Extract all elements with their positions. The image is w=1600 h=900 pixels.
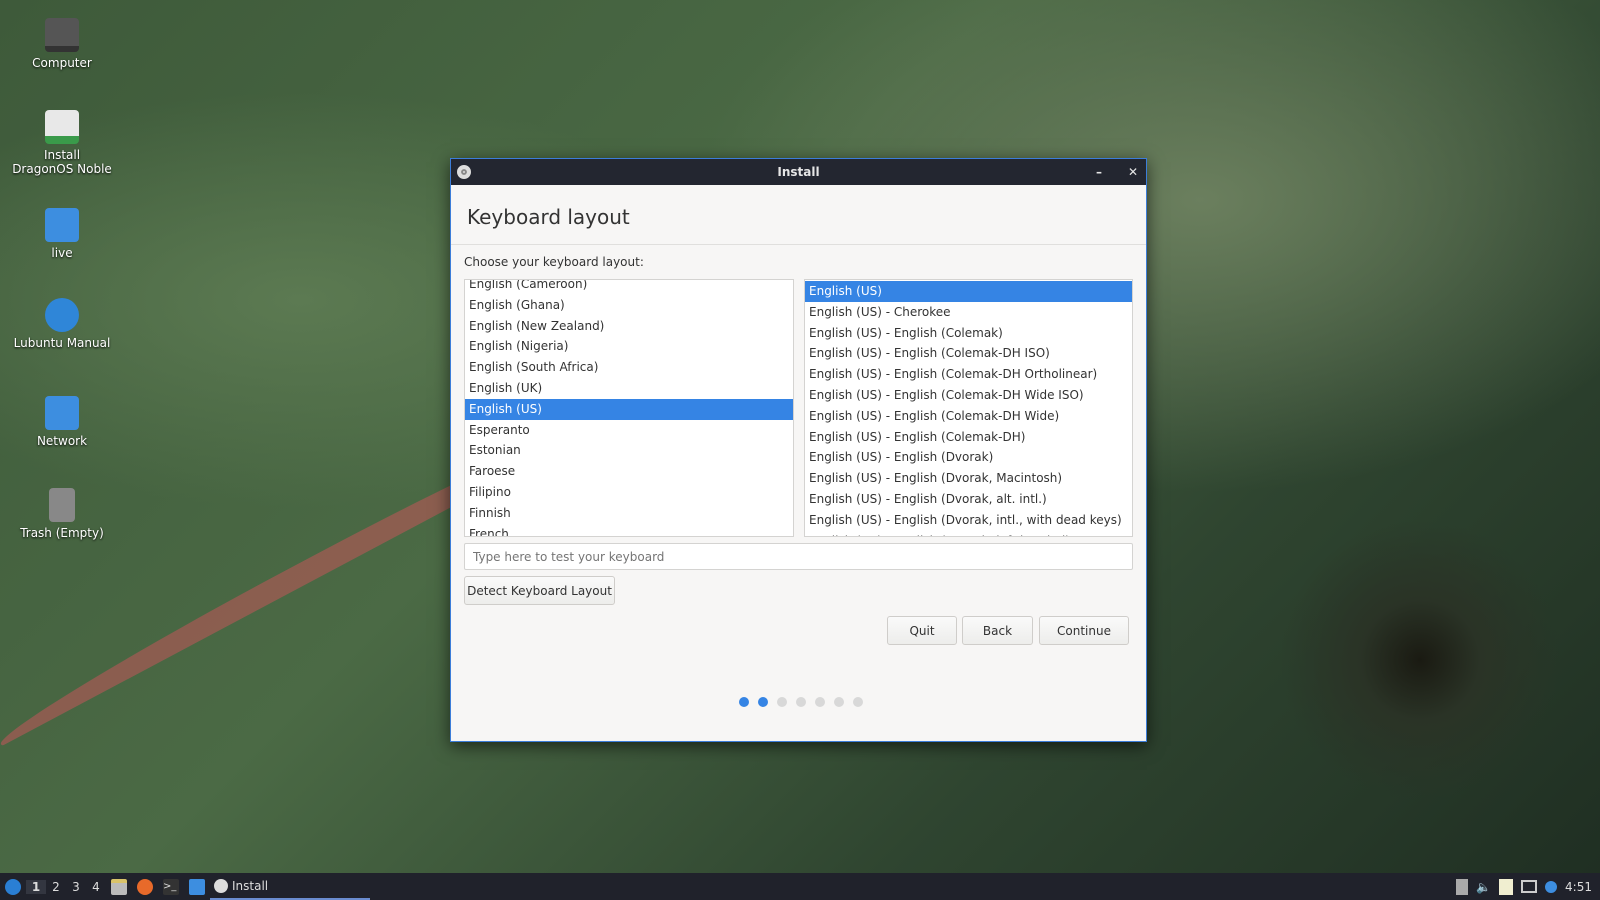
list-item[interactable]: English (US) - English (Dvorak) [805, 447, 1132, 468]
eject-icon[interactable] [1456, 878, 1469, 895]
task-label: Install [232, 878, 269, 893]
detect-layout-button[interactable]: Detect Keyboard Layout [464, 576, 615, 605]
workspace-2[interactable]: 2 [46, 880, 66, 894]
list-item[interactable]: English (South Africa) [465, 357, 793, 378]
desktop-icon-label: Lubuntu Manual [13, 336, 111, 350]
desktop-icon-manual[interactable]: Lubuntu Manual [12, 298, 112, 350]
close-button[interactable]: ✕ [1128, 159, 1138, 185]
clipboard-icon[interactable] [1499, 878, 1514, 895]
disc-icon [457, 165, 471, 179]
disc-icon [214, 878, 228, 893]
list-item[interactable]: English (US) - Cherokee [805, 302, 1132, 323]
desktop-icon-label: Install DragonOS Noble [12, 148, 112, 176]
list-item[interactable]: English (US) [805, 281, 1132, 302]
list-item[interactable]: English (US) - English (Dvorak, left-han… [805, 531, 1132, 536]
list-item[interactable]: English (New Zealand) [465, 316, 793, 337]
list-item[interactable]: English (Nigeria) [465, 336, 793, 357]
desktop-icon-live[interactable]: live [12, 208, 112, 260]
keyboard-test-input[interactable] [464, 543, 1133, 570]
list-item[interactable]: English (UK) [465, 378, 793, 399]
list-item[interactable]: French [465, 524, 793, 536]
progress-dot [853, 697, 863, 707]
list-item[interactable]: English (US) - English (Colemak-DH Wide) [805, 406, 1132, 427]
progress-dot [834, 697, 844, 707]
variant-list[interactable]: English (US) English (US) - Cherokee Engli… [804, 279, 1133, 537]
window-title: Install [777, 165, 820, 179]
desktop-icon-computer[interactable]: Computer [12, 18, 112, 70]
language-list[interactable]: English (Cameroon) English (Ghana) English… [464, 279, 794, 537]
network-folder-icon [45, 396, 79, 430]
desktop-icon-label: Trash (Empty) [20, 526, 104, 540]
monitor-icon [45, 18, 79, 52]
taskbar: 1 2 3 4 >_ Install 🔈 4:51 [0, 873, 1600, 900]
list-item[interactable]: Finnish [465, 503, 793, 524]
desktop-icon-installer[interactable]: Install DragonOS Noble [12, 110, 112, 176]
list-item[interactable]: Estonian [465, 440, 793, 461]
manual-icon [45, 298, 79, 332]
list-item[interactable]: English (US) - English (Dvorak, alt. int… [805, 489, 1132, 510]
list-item[interactable]: English (US) - English (Dvorak, intl., w… [805, 510, 1132, 531]
task-install[interactable]: Install [210, 873, 370, 900]
progress-dots [739, 697, 863, 707]
list-item[interactable]: English (Ghana) [465, 295, 793, 316]
list-item[interactable]: English (Cameroon) [465, 280, 793, 295]
list-item[interactable]: English (US) - English (Colemak-DH Ortho… [805, 364, 1132, 385]
start-menu-icon[interactable] [5, 878, 21, 895]
trash-icon [49, 488, 75, 522]
progress-dot [739, 697, 749, 707]
firefox-icon[interactable] [137, 878, 153, 895]
progress-dot [815, 697, 825, 707]
minimize-button[interactable]: – [1096, 159, 1102, 185]
workspace-1[interactable]: 1 [26, 879, 46, 894]
desktop-icon-label: live [51, 246, 73, 260]
notification-icon[interactable] [1545, 880, 1558, 893]
list-item[interactable]: English (US) - English (Colemak-DH) [805, 427, 1132, 448]
workspace-3[interactable]: 3 [66, 880, 86, 894]
show-desktop-icon[interactable] [189, 878, 205, 895]
volume-icon[interactable]: 🔈 [1476, 880, 1491, 894]
list-item[interactable]: Esperanto [465, 420, 793, 441]
page-title: Keyboard layout [451, 185, 1146, 245]
home-folder-icon [45, 208, 79, 242]
install-window: Install – ✕ Keyboard layout Choose your … [450, 158, 1147, 742]
desktop-icon-trash[interactable]: Trash (Empty) [12, 488, 112, 540]
desktop-icon-network[interactable]: Network [12, 396, 112, 448]
title-bar[interactable]: Install – ✕ [451, 159, 1146, 185]
network-icon[interactable] [1521, 880, 1538, 893]
list-item[interactable]: Filipino [465, 482, 793, 503]
choose-layout-label: Choose your keyboard layout: [464, 255, 644, 269]
file-manager-icon[interactable] [111, 878, 127, 895]
list-item[interactable]: English (US) [465, 398, 793, 420]
desktop-icon-label: Network [36, 434, 88, 448]
list-item[interactable]: English (US) - English (Colemak-DH Wide … [805, 385, 1132, 406]
list-item[interactable]: English (US) - English (Colemak) [805, 323, 1132, 344]
desktop-icon-label: Computer [32, 56, 92, 70]
progress-dot [777, 697, 787, 707]
back-button[interactable]: Back [962, 616, 1033, 645]
workspace-4[interactable]: 4 [86, 880, 106, 894]
progress-dot [758, 697, 768, 707]
progress-dot [796, 697, 806, 707]
list-item[interactable]: English (US) - English (Colemak-DH ISO) [805, 343, 1132, 364]
quit-button[interactable]: Quit [887, 616, 957, 645]
installer-icon [45, 110, 79, 144]
continue-button[interactable]: Continue [1039, 616, 1129, 645]
system-tray: 🔈 4:51 [1456, 873, 1592, 900]
list-item[interactable]: English (US) - English (Dvorak, Macintos… [805, 468, 1132, 489]
clock[interactable]: 4:51 [1565, 880, 1592, 894]
list-item[interactable]: Faroese [465, 461, 793, 482]
